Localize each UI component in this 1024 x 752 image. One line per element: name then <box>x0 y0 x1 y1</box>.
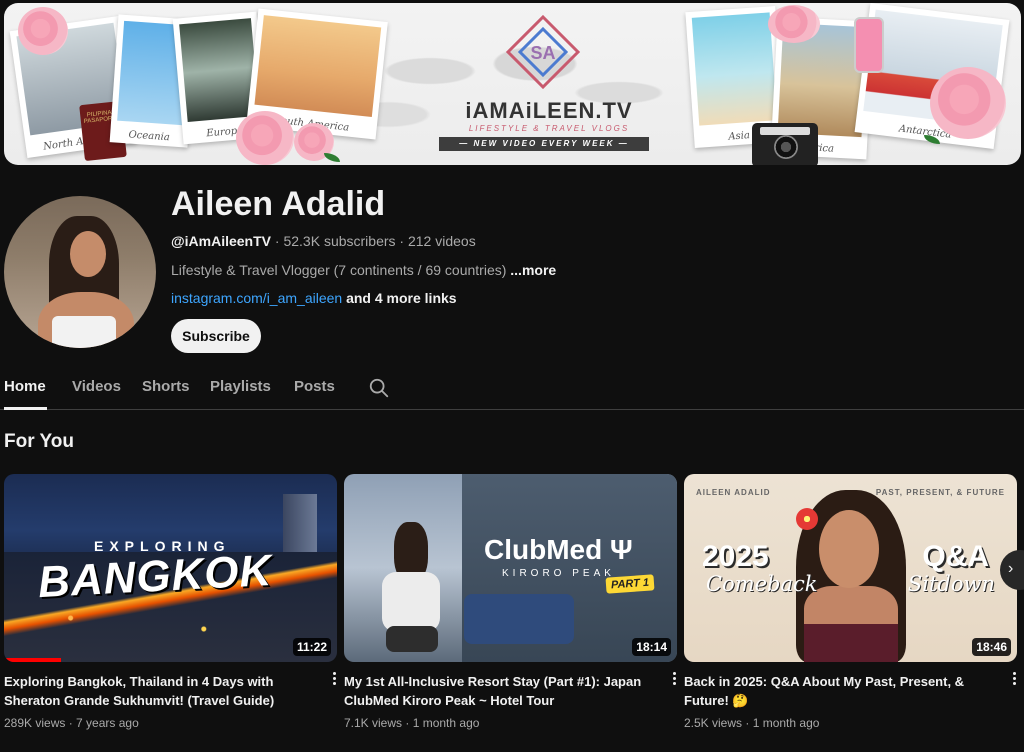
channel-banner: North America PILIPINAS PASAPORTE Oceani… <box>4 3 1021 165</box>
video-thumbnail[interactable]: AILEEN ADALID PAST, PRESENT, & FUTURE 20… <box>684 474 1017 662</box>
tab-home[interactable]: Home <box>4 378 46 395</box>
channel-handle: @iAmAileenTV <box>171 233 272 249</box>
video-duration: 11:22 <box>292 638 331 656</box>
channel-meta: @iAmAileenTV · 52.3K subscribers · 212 v… <box>171 233 476 249</box>
video-thumbnail[interactable]: ClubMed Ψ KIRORO PEAK PART 1 18:14 <box>344 474 677 662</box>
logo-tagline: — NEW VIDEO EVERY WEEK — <box>439 137 649 151</box>
video-card: EXPLORING BANGKOK 11:22 Exploring Bangko… <box>4 474 337 730</box>
channel-name: Aileen Adalid <box>171 185 386 223</box>
phone-graphic <box>854 17 884 73</box>
video-count: 212 videos <box>407 233 476 249</box>
subscriber-count: 52.3K subscribers <box>283 233 396 249</box>
more-links-text[interactable]: and 4 more links <box>342 290 457 306</box>
upload-age: 1 month ago <box>752 716 820 730</box>
more-vert-icon[interactable] <box>329 670 339 688</box>
tab-playlists[interactable]: Playlists <box>210 378 271 395</box>
channel-avatar[interactable] <box>4 196 156 348</box>
section-title: For You <box>4 431 75 452</box>
video-stats: 289K views · 7 years ago <box>4 716 139 730</box>
more-link[interactable]: ...more <box>510 262 556 278</box>
video-thumbnail[interactable]: EXPLORING BANGKOK 11:22 <box>4 474 337 662</box>
upload-age: 7 years ago <box>76 716 139 730</box>
video-card: ClubMed Ψ KIRORO PEAK PART 1 18:14 My 1s… <box>344 474 677 730</box>
rose-decoration <box>18 7 68 55</box>
channel-description[interactable]: Lifestyle & Travel Vlogger (7 continents… <box>171 262 556 278</box>
video-stats: 2.5K views · 1 month ago <box>684 716 820 730</box>
tab-posts[interactable]: Posts <box>294 378 335 395</box>
camera-graphic <box>752 123 818 165</box>
video-title[interactable]: Exploring Bangkok, Thailand in 4 Days wi… <box>4 672 322 710</box>
logo-subtitle: LIFESTYLE & TRAVEL VLOGS <box>468 124 630 133</box>
view-count: 2.5K views <box>684 716 743 730</box>
rose-decoration <box>930 67 1006 139</box>
channel-logo: SA iAMAiLEEN.TV LIFESTYLE & TRAVEL VLOGS… <box>439 11 654 161</box>
rose-decoration <box>768 5 820 43</box>
tab-shorts[interactable]: Shorts <box>142 378 190 395</box>
channel-links[interactable]: instagram.com/i_am_aileen and 4 more lin… <box>171 290 457 306</box>
active-tab-indicator <box>4 407 47 410</box>
view-count: 289K views <box>4 716 66 730</box>
logo-text: iAMAiLEEN.TV <box>465 98 633 123</box>
video-title[interactable]: My 1st All-Inclusive Resort Stay (Part #… <box>344 672 662 710</box>
subscribe-button[interactable]: Subscribe <box>171 319 261 353</box>
video-card: AILEEN ADALID PAST, PRESENT, & FUTURE 20… <box>684 474 1017 730</box>
channel-tabs: Home Videos Shorts Playlists Posts <box>0 368 1024 410</box>
tab-videos[interactable]: Videos <box>72 378 121 395</box>
video-title[interactable]: Back in 2025: Q&A About My Past, Present… <box>684 672 1002 710</box>
chevron-right-icon: › <box>1008 560 1014 577</box>
video-stats: 7.1K views · 1 month ago <box>344 716 480 730</box>
rose-decoration <box>236 111 294 165</box>
more-vert-icon[interactable] <box>1009 670 1019 688</box>
view-count: 7.1K views <box>344 716 403 730</box>
instagram-link[interactable]: instagram.com/i_am_aileen <box>171 290 342 306</box>
upload-age: 1 month ago <box>412 716 480 730</box>
watch-progress-bar <box>4 658 61 662</box>
video-duration: 18:46 <box>972 638 1011 656</box>
search-icon[interactable] <box>368 377 390 399</box>
more-vert-icon[interactable] <box>669 670 679 688</box>
leaf-decoration <box>324 153 340 162</box>
logo-mark-icon: SA <box>506 15 580 89</box>
svg-text:SA: SA <box>530 43 555 63</box>
video-duration: 18:14 <box>632 638 671 656</box>
